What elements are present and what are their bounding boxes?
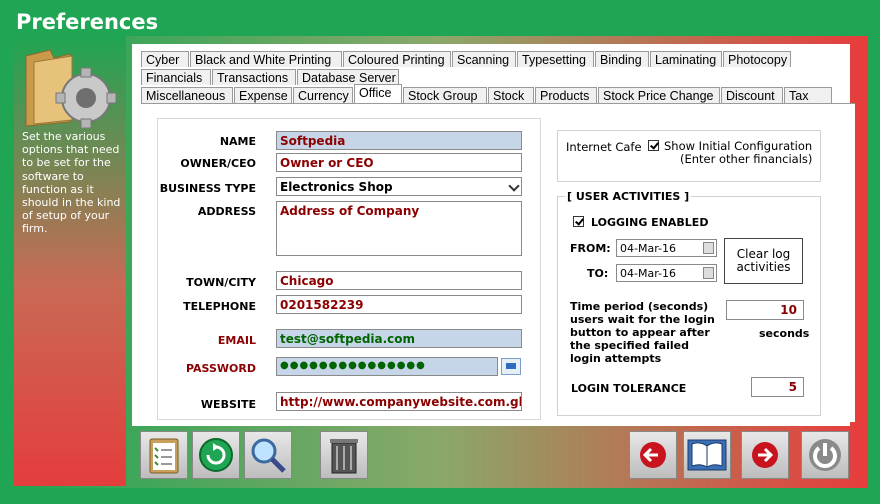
tab-stock-price-change[interactable]: Stock Price Change — [598, 87, 720, 103]
telephone-input[interactable]: 0201582239 — [276, 295, 522, 314]
tab-financials[interactable]: Financials — [141, 69, 211, 85]
tab-stock-group[interactable]: Stock Group — [403, 87, 487, 103]
show-initial-sublabel: (Enter other financials) — [680, 152, 813, 166]
email-label: EMAIL — [217, 334, 256, 347]
sidebar-panel — [14, 36, 126, 486]
tab-photocopy[interactable]: Photocopy — [723, 51, 791, 67]
tab-typesetting[interactable]: Typesetting — [517, 51, 594, 67]
calendar-icon[interactable] — [703, 242, 714, 254]
power-icon — [809, 439, 841, 471]
owner-input[interactable]: Owner or CEO — [276, 153, 522, 172]
login-tolerance-input[interactable]: 5 — [751, 377, 804, 397]
business-type-label: BUSINESS TYPE — [159, 182, 256, 195]
to-label: TO: — [587, 267, 609, 280]
folder-gear-icon — [25, 49, 117, 128]
show-initial-label: Show Initial Configuration — [664, 139, 813, 153]
tab-miscellaneous[interactable]: Miscellaneous — [141, 87, 233, 103]
chevron-down-icon — [508, 180, 520, 192]
search-icon — [251, 438, 286, 473]
show-password-icon[interactable] — [501, 358, 521, 375]
sidebar-description: Set the various options that need to be … — [22, 130, 121, 236]
delete-button[interactable] — [320, 431, 368, 479]
tab-transactions[interactable]: Transactions — [212, 69, 296, 85]
previous-button[interactable] — [629, 431, 677, 479]
clipboard-icon — [149, 438, 179, 474]
tab-stock[interactable]: Stock — [488, 87, 534, 103]
logging-label: LOGGING ENABLED — [591, 216, 709, 229]
website-input[interactable]: http://www.companywebsite.com.gh — [276, 392, 522, 411]
password-input[interactable]: ●●●●●●●●●●●●●●● — [276, 357, 498, 376]
from-date-value: 04-Mar-16 — [620, 242, 676, 255]
tab-scanning[interactable]: Scanning — [452, 51, 516, 67]
internet-cafe-label: Internet Cafe — [566, 140, 642, 154]
tab-laminating[interactable]: Laminating — [650, 51, 722, 67]
tab-expense[interactable]: Expense — [234, 87, 292, 103]
user-activities-title: [ USER ACTIVITIES ] — [565, 190, 692, 203]
show-initial-checkbox[interactable] — [648, 140, 659, 151]
logging-checkbox[interactable] — [573, 216, 584, 227]
address-textarea[interactable]: Address of Company — [276, 201, 522, 256]
tab-coloured-printing[interactable]: Coloured Printing — [343, 51, 451, 67]
website-label: WEBSITE — [200, 398, 256, 411]
password-label: PASSWORD — [185, 362, 256, 375]
exit-button[interactable] — [801, 431, 849, 479]
tab-cyber[interactable]: Cyber — [141, 51, 189, 67]
login-tolerance-label: LOGIN TOLERANCE — [571, 382, 687, 395]
owner-label: OWNER/CEO — [180, 157, 256, 170]
window-title: Preferences — [16, 10, 159, 34]
to-date-value: 04-Mar-16 — [620, 267, 676, 280]
tab-binding[interactable]: Binding — [595, 51, 649, 67]
seconds-label: seconds — [759, 327, 810, 340]
name-input[interactable]: Softpedia — [276, 131, 522, 150]
help-manual-button[interactable] — [683, 431, 731, 479]
tab-office[interactable]: Office — [354, 84, 402, 103]
to-date-picker[interactable]: 04-Mar-16 — [616, 264, 717, 282]
book-icon — [687, 439, 727, 471]
time-period-label: Time period (seconds) users wait for the… — [570, 300, 715, 365]
town-input[interactable]: Chicago — [276, 271, 522, 290]
town-label: TOWN/CITY — [186, 276, 256, 289]
tab-tax[interactable]: Tax — [784, 87, 832, 103]
from-label: FROM: — [570, 242, 611, 255]
refresh-button[interactable] — [192, 431, 240, 479]
calendar-icon[interactable] — [703, 267, 714, 279]
time-period-input[interactable]: 10 — [726, 300, 804, 320]
save-checklist-button[interactable] — [140, 431, 188, 479]
tab-black-white-printing[interactable]: Black and White Printing — [190, 51, 342, 67]
tab-database-server[interactable]: Database Server — [297, 69, 399, 85]
address-label: ADDRESS — [197, 205, 256, 218]
telephone-label: TELEPHONE — [183, 300, 256, 313]
clear-log-button[interactable]: Clear log activities — [724, 238, 803, 284]
tab-products[interactable]: Products — [535, 87, 597, 103]
business-type-value: Electronics Shop — [280, 180, 393, 194]
business-type-select[interactable]: Electronics Shop — [276, 177, 522, 196]
refresh-icon — [199, 438, 233, 472]
tab-discount[interactable]: Discount — [721, 87, 783, 103]
next-button[interactable] — [741, 431, 789, 479]
name-label: NAME — [219, 135, 256, 148]
arrow-right-icon — [752, 442, 778, 468]
search-button[interactable] — [244, 431, 292, 479]
email-input[interactable]: test@softpedia.com — [276, 329, 522, 348]
trash-icon — [330, 439, 358, 474]
arrow-left-icon — [640, 442, 666, 468]
from-date-picker[interactable]: 04-Mar-16 — [616, 239, 717, 257]
tab-currency[interactable]: Currency — [293, 87, 353, 103]
